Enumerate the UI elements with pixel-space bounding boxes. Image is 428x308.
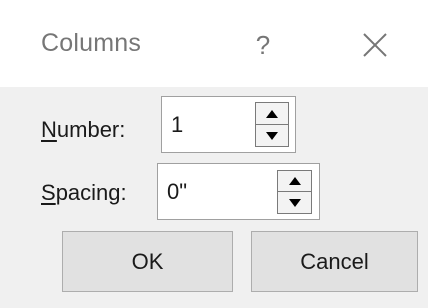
number-label-mnemonic: N [41,117,57,142]
cancel-button[interactable]: Cancel [251,231,418,292]
number-label-text: umber: [56,117,126,142]
help-button[interactable]: ? [248,27,278,63]
spacing-increment-button[interactable] [277,170,312,192]
close-button[interactable] [358,28,392,62]
spacing-label-mnemonic: S [41,180,56,205]
triangle-down-icon [266,131,278,140]
triangle-up-icon [266,109,278,118]
spacing-label: Spacing: [41,180,127,206]
columns-dialog: Columns ? Number: Spacing: OK Cancel [0,0,428,308]
spacing-label-text: pacing: [55,180,127,205]
close-icon [363,33,387,57]
number-spinbox[interactable] [161,96,296,153]
spacing-input[interactable] [167,178,267,206]
title-bar: Columns ? [0,0,428,87]
triangle-up-icon [288,177,301,185]
number-decrement-button[interactable] [255,124,289,147]
triangle-down-icon [288,198,301,207]
number-input[interactable] [171,111,249,139]
dialog-title: Columns [41,29,142,57]
spacing-spinbox[interactable] [157,163,320,220]
spacing-decrement-button[interactable] [277,191,312,214]
ok-button[interactable]: OK [62,231,233,292]
number-label: Number: [41,117,125,143]
number-increment-button[interactable] [255,102,289,125]
